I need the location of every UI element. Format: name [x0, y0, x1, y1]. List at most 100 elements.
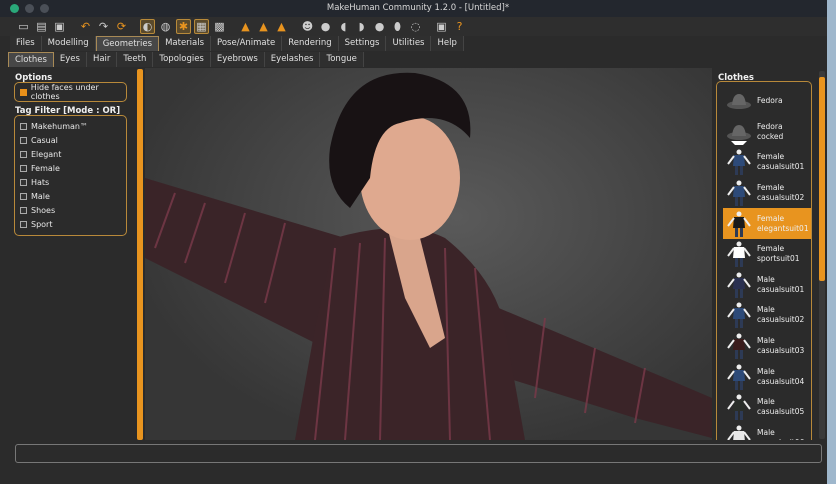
clothes-label: Fedora [757, 96, 783, 106]
tag-label: Male [31, 191, 50, 201]
window-title: MakeHuman Community 1.2.0 - [Untitled]* [326, 3, 510, 13]
reset-camera-button[interactable]: ◌ [408, 19, 423, 34]
top-view-icon: ▲ [277, 20, 286, 33]
clothes-item[interactable]: Fedora [723, 86, 811, 117]
tab-utilities[interactable]: Utilities [386, 36, 432, 51]
left-panel-scrollbar[interactable] [137, 69, 143, 440]
tag-label: Sport [31, 219, 53, 229]
clothes-label: Female sportsuit01 [757, 244, 800, 264]
checkbox-checked-icon [20, 88, 27, 96]
clothes-item[interactable]: Male casualsuit05 [723, 392, 811, 423]
tab-geometries[interactable]: Geometries [95, 36, 160, 51]
status-input[interactable] [15, 444, 822, 463]
tag-label: Hats [31, 177, 50, 187]
clothes-thumbnail [727, 180, 751, 207]
toolbar-separator [230, 19, 235, 34]
clothes-label: Female elegantsuit01 [757, 213, 809, 233]
redo-button[interactable]: ↷ [96, 19, 111, 34]
background-icon: ▩ [214, 20, 225, 33]
save-icon: ▭ [18, 20, 29, 33]
wireframe-button[interactable]: ◍ [158, 19, 173, 34]
hide-faces-checkbox[interactable]: Hide faces under clothes [15, 83, 126, 101]
clothes-item[interactable]: Female elegantsuit01 [723, 208, 811, 239]
checkbox-icon [20, 192, 27, 200]
tag-checkbox[interactable]: Hats [15, 175, 126, 189]
clothes-item[interactable]: Female casualsuit02 [723, 178, 811, 209]
subtab-eyebrows[interactable]: Eyebrows [210, 52, 265, 67]
clothes-item[interactable]: Male casualsuit03 [723, 331, 811, 362]
tab-pose-animate[interactable]: Pose/Animate [211, 36, 283, 51]
help-button[interactable]: ? [452, 19, 467, 34]
desktop-edge [827, 0, 836, 484]
screenshot-button[interactable]: ▣ [434, 19, 449, 34]
tag-checkbox[interactable]: Casual [15, 133, 126, 147]
screenshot-icon: ▣ [436, 20, 447, 33]
clothes-scrollbar[interactable] [819, 71, 825, 439]
subtab-tongue[interactable]: Tongue [320, 52, 364, 67]
pose-button[interactable]: ✱ [176, 19, 191, 34]
wireframe-icon: ◍ [160, 20, 171, 33]
subtab-eyes[interactable]: Eyes [53, 52, 87, 67]
save-button[interactable]: ▭ [16, 19, 31, 34]
right-view-button[interactable]: ◗ [354, 19, 369, 34]
tag-checkbox[interactable]: Male [15, 189, 126, 203]
3d-viewport[interactable] [145, 68, 712, 440]
subtab-hair[interactable]: Hair [86, 52, 118, 67]
head-icon: ● [320, 20, 331, 33]
clothes-item[interactable]: Female casualsuit01 [723, 147, 811, 178]
tab-settings[interactable]: Settings [338, 36, 387, 51]
tag-checkbox[interactable]: Sport [15, 217, 126, 231]
undo-button[interactable]: ↶ [78, 19, 93, 34]
face-button[interactable]: ☻ [300, 19, 315, 34]
clothes-label: Male casualsuit05 [757, 397, 805, 417]
export-icon: ▣ [54, 20, 65, 33]
tab-materials[interactable]: Materials [159, 36, 212, 51]
status-bar [0, 440, 836, 484]
tag-checkbox[interactable]: Elegant [15, 147, 126, 161]
front-view-button[interactable]: ▲ [238, 19, 253, 34]
sphere-icon: ● [374, 20, 385, 33]
clothes-item[interactable]: Male casualsuit02 [723, 300, 811, 331]
subtab-teeth[interactable]: Teeth [117, 52, 154, 67]
reset-icon: ⟳ [116, 20, 127, 33]
clothes-item[interactable]: Female sportsuit01 [723, 239, 811, 270]
tag-checkbox[interactable]: Female [15, 161, 126, 175]
sphere-button[interactable]: ● [372, 19, 387, 34]
clothes-scrollbar-thumb[interactable] [819, 77, 825, 281]
tag-checkbox[interactable]: Makehuman™ [15, 119, 126, 133]
export-button[interactable]: ▣ [52, 19, 67, 34]
load-button[interactable]: ▤ [34, 19, 49, 34]
tag-checkbox[interactable]: Shoes [15, 203, 126, 217]
clothes-item[interactable]: Male casualsuit01 [723, 270, 811, 301]
grid-button[interactable]: ▦ [194, 19, 209, 34]
clothes-thumbnail [727, 333, 751, 360]
clothes-item[interactable]: Male casualsuit04 [723, 361, 811, 392]
top-view-button[interactable]: ▲ [274, 19, 289, 34]
back-button[interactable]: ⬮ [390, 19, 405, 34]
clothes-group: Fedora Fedora cocked Female casualsuit01 Fema… [716, 81, 812, 441]
smooth-button[interactable]: ◐ [140, 19, 155, 34]
tab-help[interactable]: Help [431, 36, 464, 51]
back-icon: ⬮ [394, 19, 401, 33]
smooth-icon: ◐ [142, 20, 153, 33]
clothes-item[interactable]: Fedora cocked [723, 117, 811, 148]
subtab-eyelashes[interactable]: Eyelashes [264, 52, 321, 67]
left-view-button[interactable]: ◖ [336, 19, 351, 34]
tab-modelling[interactable]: Modelling [41, 36, 96, 51]
right-view-icon: ◗ [358, 20, 365, 33]
clothes-thumbnail [727, 394, 751, 421]
reset-button[interactable]: ⟳ [114, 19, 129, 34]
subtab-clothes[interactable]: Clothes [8, 52, 54, 67]
clothes-label: Female casualsuit01 [757, 152, 805, 172]
clothes-label: Male casualsuit04 [757, 366, 805, 386]
help-icon: ? [456, 20, 463, 33]
clothes-item[interactable]: Malecasualsuit06 [723, 423, 811, 441]
checkbox-icon [20, 206, 27, 214]
side-view-button[interactable]: ▲ [256, 19, 271, 34]
tab-files[interactable]: Files [10, 36, 42, 51]
tab-rendering[interactable]: Rendering [282, 36, 339, 51]
background-button[interactable]: ▩ [212, 19, 227, 34]
left-view-icon: ◖ [340, 20, 347, 33]
subtab-topologies[interactable]: Topologies [153, 52, 211, 67]
head-button[interactable]: ● [318, 19, 333, 34]
